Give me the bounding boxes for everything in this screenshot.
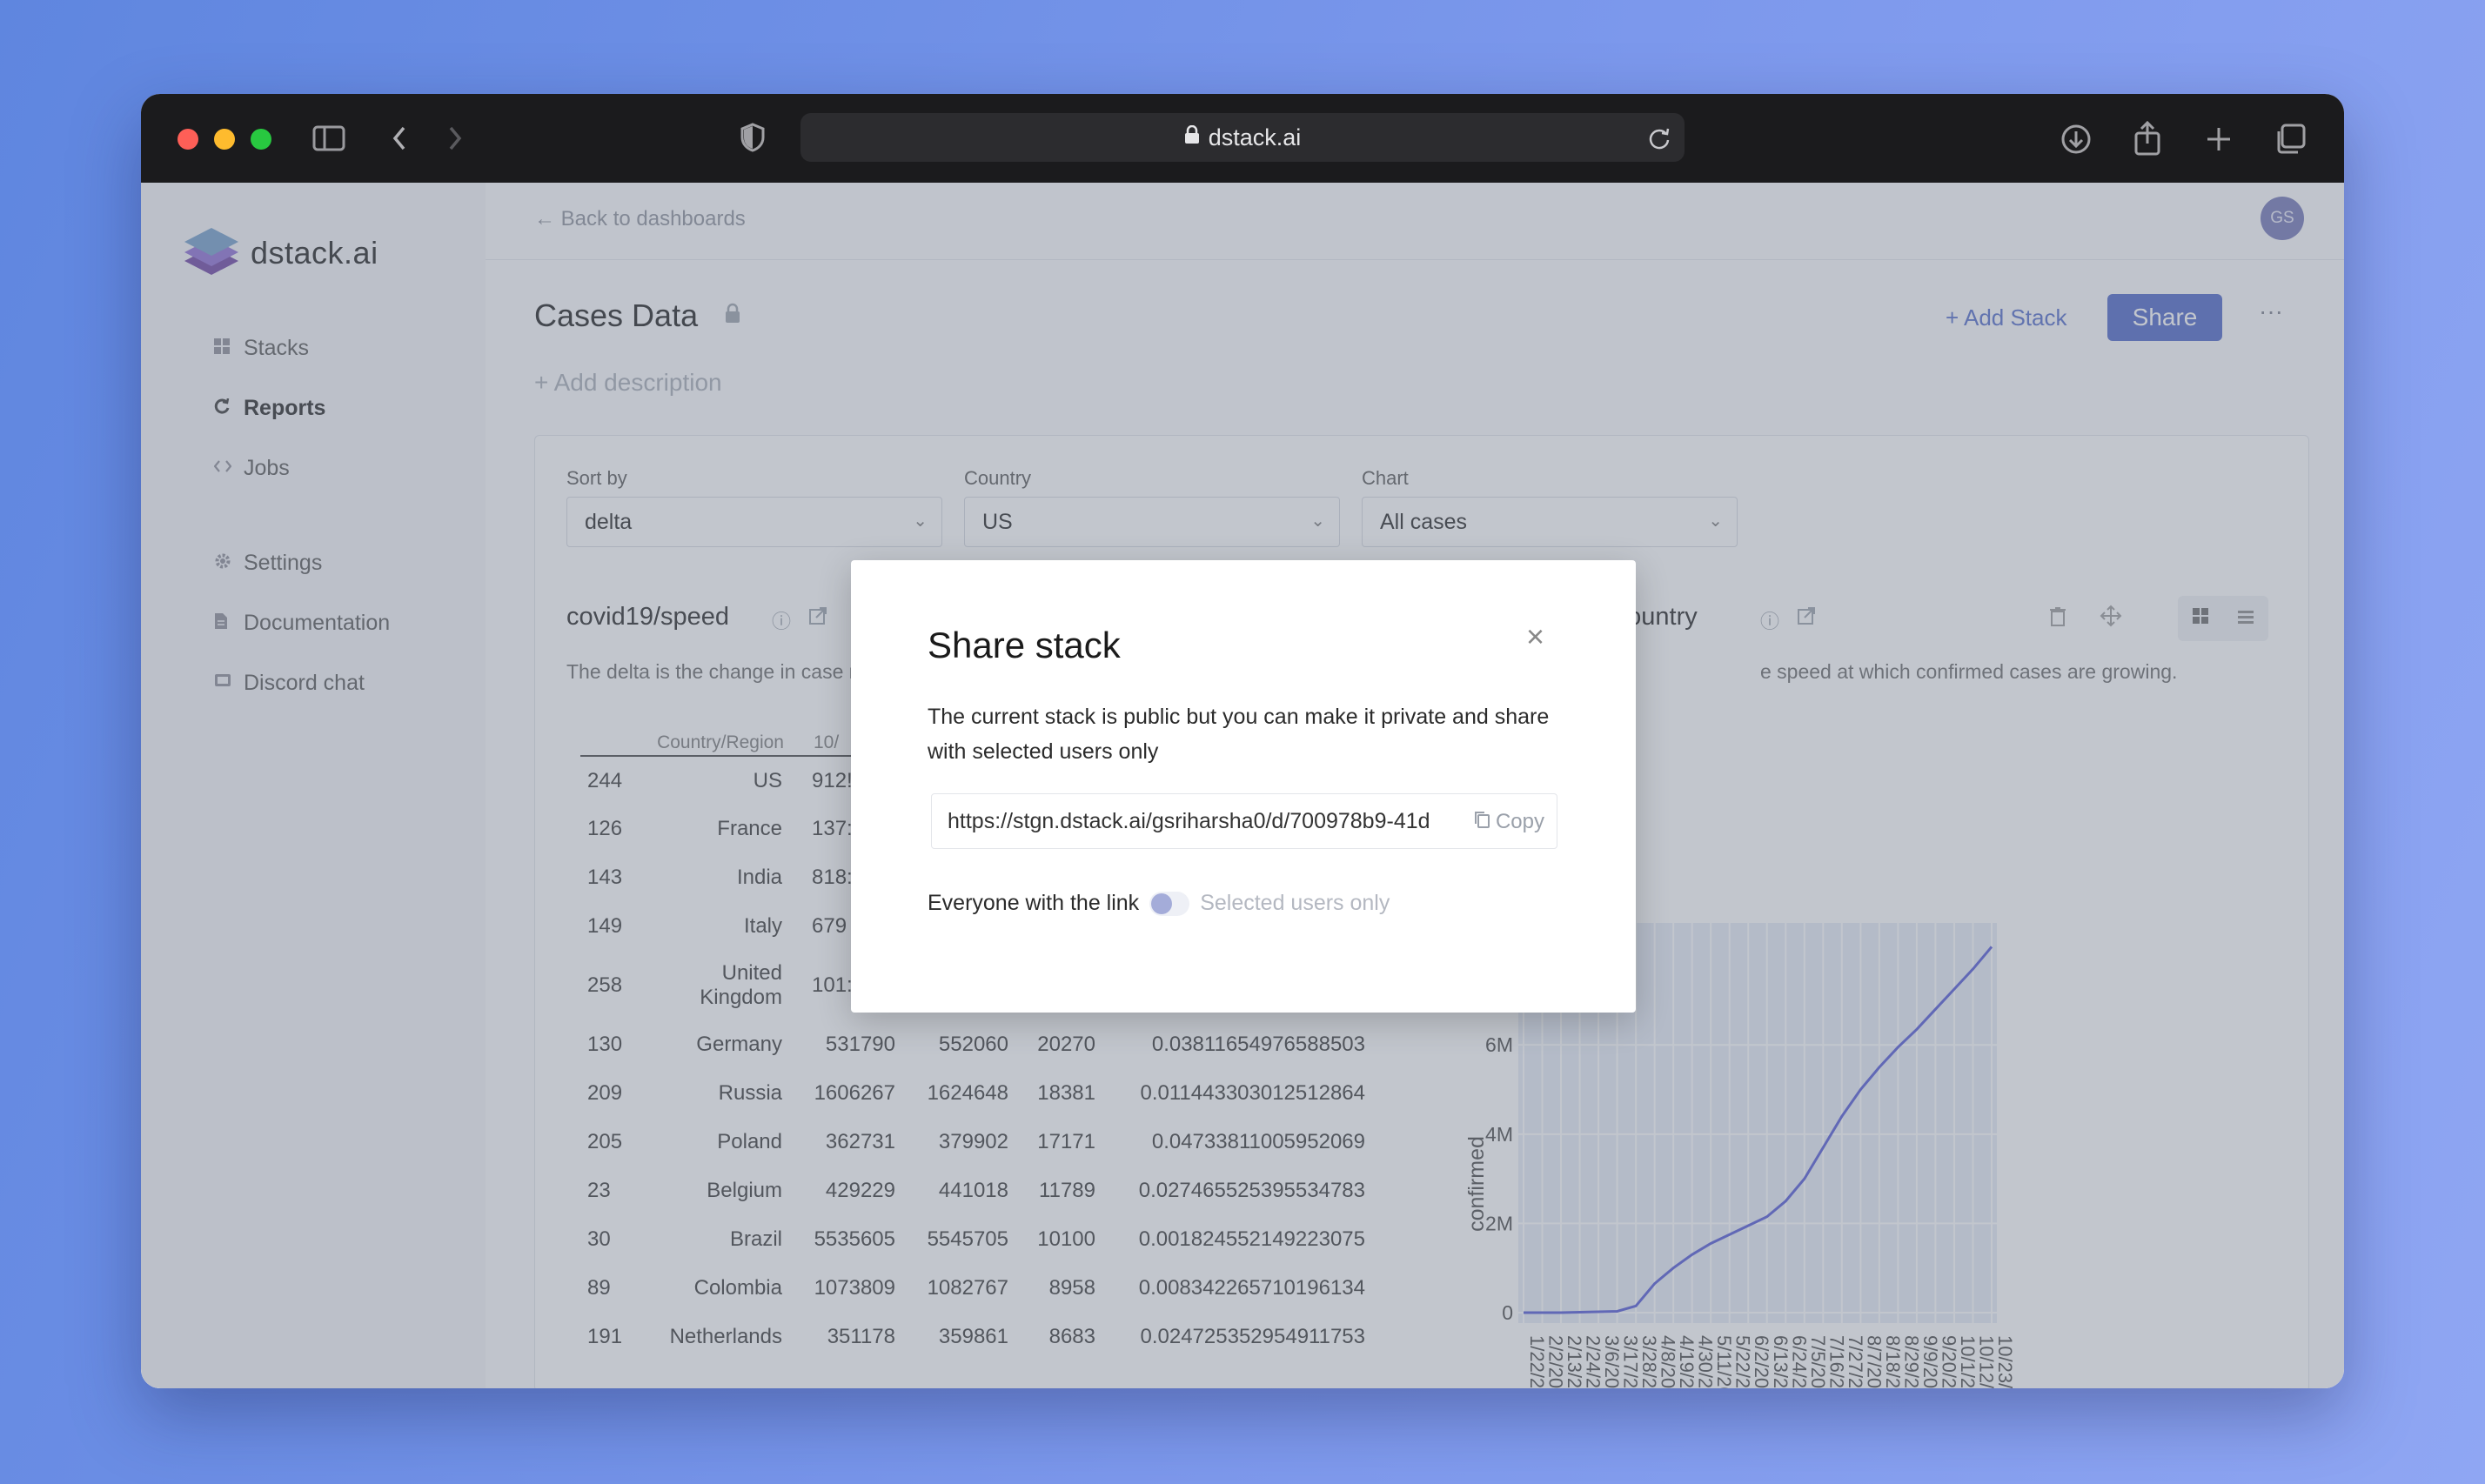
close-window-button[interactable] [178,129,198,150]
copy-icon [1474,810,1496,833]
share-link-field[interactable]: https://stgn.dstack.ai/gsriharsha0/d/700… [931,793,1557,849]
sharing-permission-row: Everyone with the link Selected users on… [928,891,1390,916]
maximize-window-button[interactable] [251,129,271,150]
url-text: dstack.ai [1208,124,1302,150]
new-tab-icon[interactable] [2203,124,2234,155]
share-icon[interactable] [2130,120,2165,157]
close-icon[interactable]: × [1526,621,1544,652]
share-link-url: https://stgn.dstack.ai/gsriharsha0/d/700… [948,808,1430,833]
download-icon[interactable] [2059,122,2093,157]
minimize-window-button[interactable] [214,129,235,150]
share-stack-dialog: Share stack × The current stack is publi… [851,560,1636,1013]
dialog-text: The current stack is public but you can … [928,705,1550,764]
dialog-title: Share stack [928,625,1121,665]
copy-button[interactable]: Copy [1474,810,1544,834]
everyone-option-label: Everyone with the link [928,891,1140,915]
address-bar[interactable]: dstack.ai [800,113,1685,162]
reload-icon[interactable] [1646,125,1672,151]
shield-icon[interactable] [738,122,767,153]
toggle-knob [1151,892,1173,914]
sharing-toggle[interactable] [1149,891,1190,916]
forward-icon[interactable] [442,124,468,153]
sidebar-toggle-icon[interactable] [311,124,346,153]
tabs-overview-icon[interactable] [2273,122,2308,157]
browser-toolbar: dstack.ai [141,94,2344,183]
back-icon[interactable] [386,124,412,153]
lock-icon [1184,124,1200,150]
selected-users-option-label: Selected users only [1200,891,1390,915]
copy-label: Copy [1495,810,1544,833]
